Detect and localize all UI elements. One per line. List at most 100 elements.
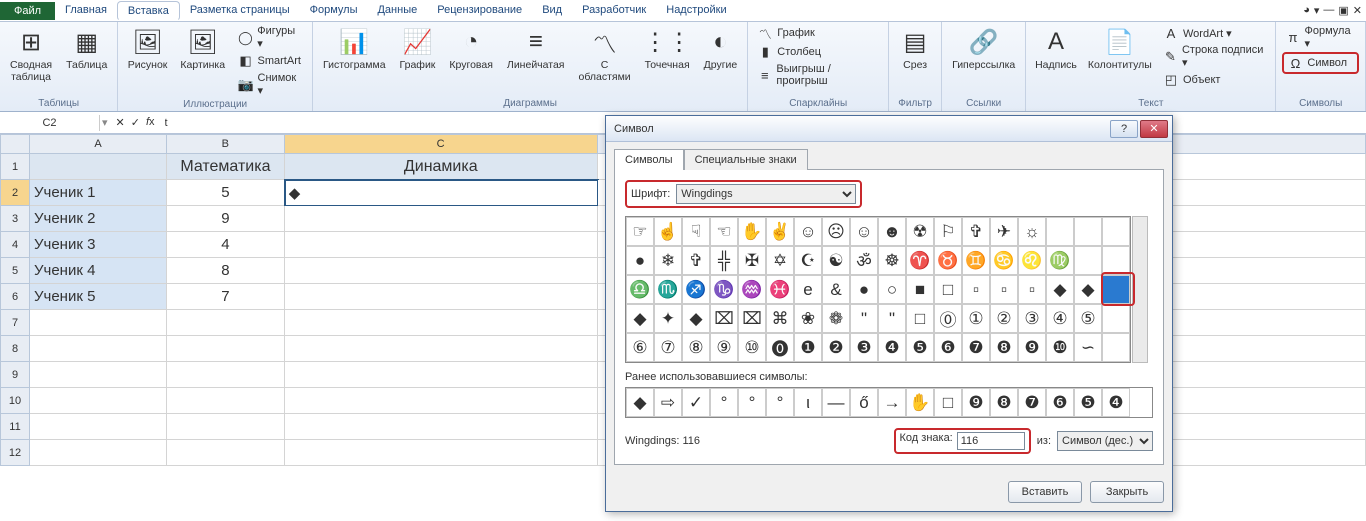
row-header[interactable]: 10 — [0, 388, 30, 414]
char-cell[interactable]: ⑧ — [682, 333, 710, 362]
char-cell[interactable]: ✠ — [738, 246, 766, 275]
cell[interactable] — [167, 414, 285, 440]
tab-Рецензирование[interactable]: Рецензирование — [427, 1, 532, 21]
char-cell[interactable]: ❁ — [822, 304, 850, 333]
char-cell[interactable]: ⌧ — [738, 304, 766, 333]
char-cell[interactable]: □ — [934, 275, 962, 304]
char-cell[interactable]: ⑤ — [1074, 304, 1102, 333]
char-cell[interactable]: ☺ — [794, 217, 822, 246]
cell[interactable] — [167, 388, 285, 414]
char-cell[interactable] — [1074, 246, 1102, 275]
char-cell[interactable]: ☹ — [822, 217, 850, 246]
char-cell[interactable]: ❼ — [962, 333, 990, 362]
cell[interactable] — [285, 336, 598, 362]
ribbon-btn[interactable]: ≡Выигрыш / проигрыш — [754, 62, 882, 88]
dialog-titlebar[interactable]: Символ ? ✕ — [606, 116, 1172, 142]
recent-char[interactable]: — — [822, 388, 850, 417]
code-input[interactable] — [957, 432, 1025, 450]
cell[interactable]: 9 — [167, 206, 285, 232]
char-cell[interactable]: ③ — [1018, 304, 1046, 333]
tab-file[interactable]: Файл — [0, 2, 55, 20]
char-cell[interactable]: ▫ — [1018, 275, 1046, 304]
char-cell[interactable]: ❾ — [1018, 333, 1046, 362]
dialog-close-button[interactable]: ✕ — [1140, 120, 1168, 138]
char-cell[interactable] — [1102, 275, 1130, 304]
ribbon-btn[interactable]: AНадпись — [1032, 24, 1079, 74]
char-cell[interactable]: ◆ — [682, 304, 710, 333]
ribbon-btn[interactable]: AWordArt ▾ — [1160, 24, 1269, 42]
cell[interactable] — [285, 284, 598, 310]
char-cell[interactable]: ⌧ — [710, 304, 738, 333]
ribbon-btn[interactable]: ≡Линейчатая — [503, 24, 569, 74]
recent-char[interactable]: ❹ — [1102, 388, 1130, 417]
close-button[interactable]: Закрыть — [1090, 481, 1164, 503]
select-all-corner[interactable] — [0, 134, 30, 154]
recent-char[interactable]: ° — [710, 388, 738, 417]
char-cell[interactable]: ❀ — [794, 304, 822, 333]
ribbon-btn[interactable]: ▦Таблица — [62, 24, 111, 74]
recent-char[interactable]: ° — [766, 388, 794, 417]
ribbon-btn[interactable]: ✎Строка подписи ▾ — [1160, 43, 1269, 70]
cell[interactable] — [167, 440, 285, 466]
char-cell[interactable]: ⑥ — [626, 333, 654, 362]
char-cell[interactable]: ☺ — [850, 217, 878, 246]
insert-button[interactable]: Вставить — [1008, 481, 1082, 503]
ribbon-btn[interactable]: ◧SmartArt — [235, 52, 306, 70]
ribbon-btn[interactable]: 📈График — [396, 24, 440, 74]
char-cell[interactable]: ॐ — [850, 246, 878, 275]
ribbon-btn[interactable]: 🖼Картинка — [177, 24, 229, 74]
char-cell[interactable]: ♊ — [962, 246, 990, 275]
char-cell[interactable]: & — [822, 275, 850, 304]
char-cell[interactable]: ⑨ — [710, 333, 738, 362]
char-cell[interactable]: ✞ — [962, 217, 990, 246]
tab-Разработчик[interactable]: Разработчик — [572, 1, 656, 21]
char-cell[interactable]: ✋ — [738, 217, 766, 246]
char-cell[interactable]: ☸ — [878, 246, 906, 275]
tab-Надстройки[interactable]: Надстройки — [656, 1, 736, 21]
cell[interactable]: Ученик 3 — [30, 232, 167, 258]
minimize-ribbon-icon[interactable]: ▾ — [1314, 4, 1320, 17]
ribbon-btn[interactable]: ΩСимвол — [1282, 52, 1359, 74]
char-cell[interactable] — [1046, 217, 1074, 246]
cell[interactable] — [30, 336, 167, 362]
char-cell[interactable]: ⓿ — [766, 333, 794, 362]
char-cell[interactable]: ◆ — [626, 304, 654, 333]
char-cell[interactable]: ♏ — [654, 275, 682, 304]
ribbon-btn[interactable]: 〽Собластями — [574, 24, 634, 85]
char-cell[interactable]: ❸ — [850, 333, 878, 362]
col-header[interactable]: B — [167, 134, 284, 154]
char-cell[interactable]: ◆ — [1074, 275, 1102, 304]
ribbon-btn[interactable]: ⋮⋮Точечная — [641, 24, 694, 74]
cell[interactable]: 8 — [167, 258, 285, 284]
ribbon-btn[interactable]: ⊞Своднаятаблица — [6, 24, 56, 85]
cell[interactable] — [30, 362, 167, 388]
ribbon-btn[interactable]: πФормула ▾ — [1282, 24, 1359, 51]
char-cell[interactable]: ⌘ — [766, 304, 794, 333]
cell[interactable] — [30, 154, 167, 180]
row-header[interactable]: 7 — [0, 310, 30, 336]
char-cell[interactable]: ☜ — [710, 217, 738, 246]
recent-char[interactable]: ι — [794, 388, 822, 417]
cell[interactable]: 5 — [167, 180, 285, 206]
char-cell[interactable]: ∽ — [1074, 333, 1102, 362]
char-cell[interactable]: ☟ — [682, 217, 710, 246]
close-icon[interactable]: ✕ — [1353, 4, 1362, 17]
char-cell[interactable] — [1102, 246, 1130, 275]
cell[interactable] — [285, 440, 598, 466]
char-cell[interactable]: ● — [850, 275, 878, 304]
char-cell[interactable]: ☝ — [654, 217, 682, 246]
row-header[interactable]: 4 — [0, 232, 30, 258]
cell[interactable] — [30, 414, 167, 440]
char-cell[interactable]: ⓪ — [934, 304, 962, 333]
char-cell[interactable]: ❄ — [654, 246, 682, 275]
row-header[interactable]: 8 — [0, 336, 30, 362]
recent-char[interactable]: ✋ — [906, 388, 934, 417]
recent-char[interactable]: ❼ — [1018, 388, 1046, 417]
char-cell[interactable] — [1102, 304, 1130, 333]
ribbon-btn[interactable]: 🖼Рисунок — [124, 24, 171, 74]
recent-char[interactable]: ✓ — [682, 388, 710, 417]
cell[interactable] — [285, 258, 598, 284]
char-cell[interactable]: ◆ — [1046, 275, 1074, 304]
char-cell[interactable]: ❻ — [934, 333, 962, 362]
char-cell[interactable]: ② — [990, 304, 1018, 333]
